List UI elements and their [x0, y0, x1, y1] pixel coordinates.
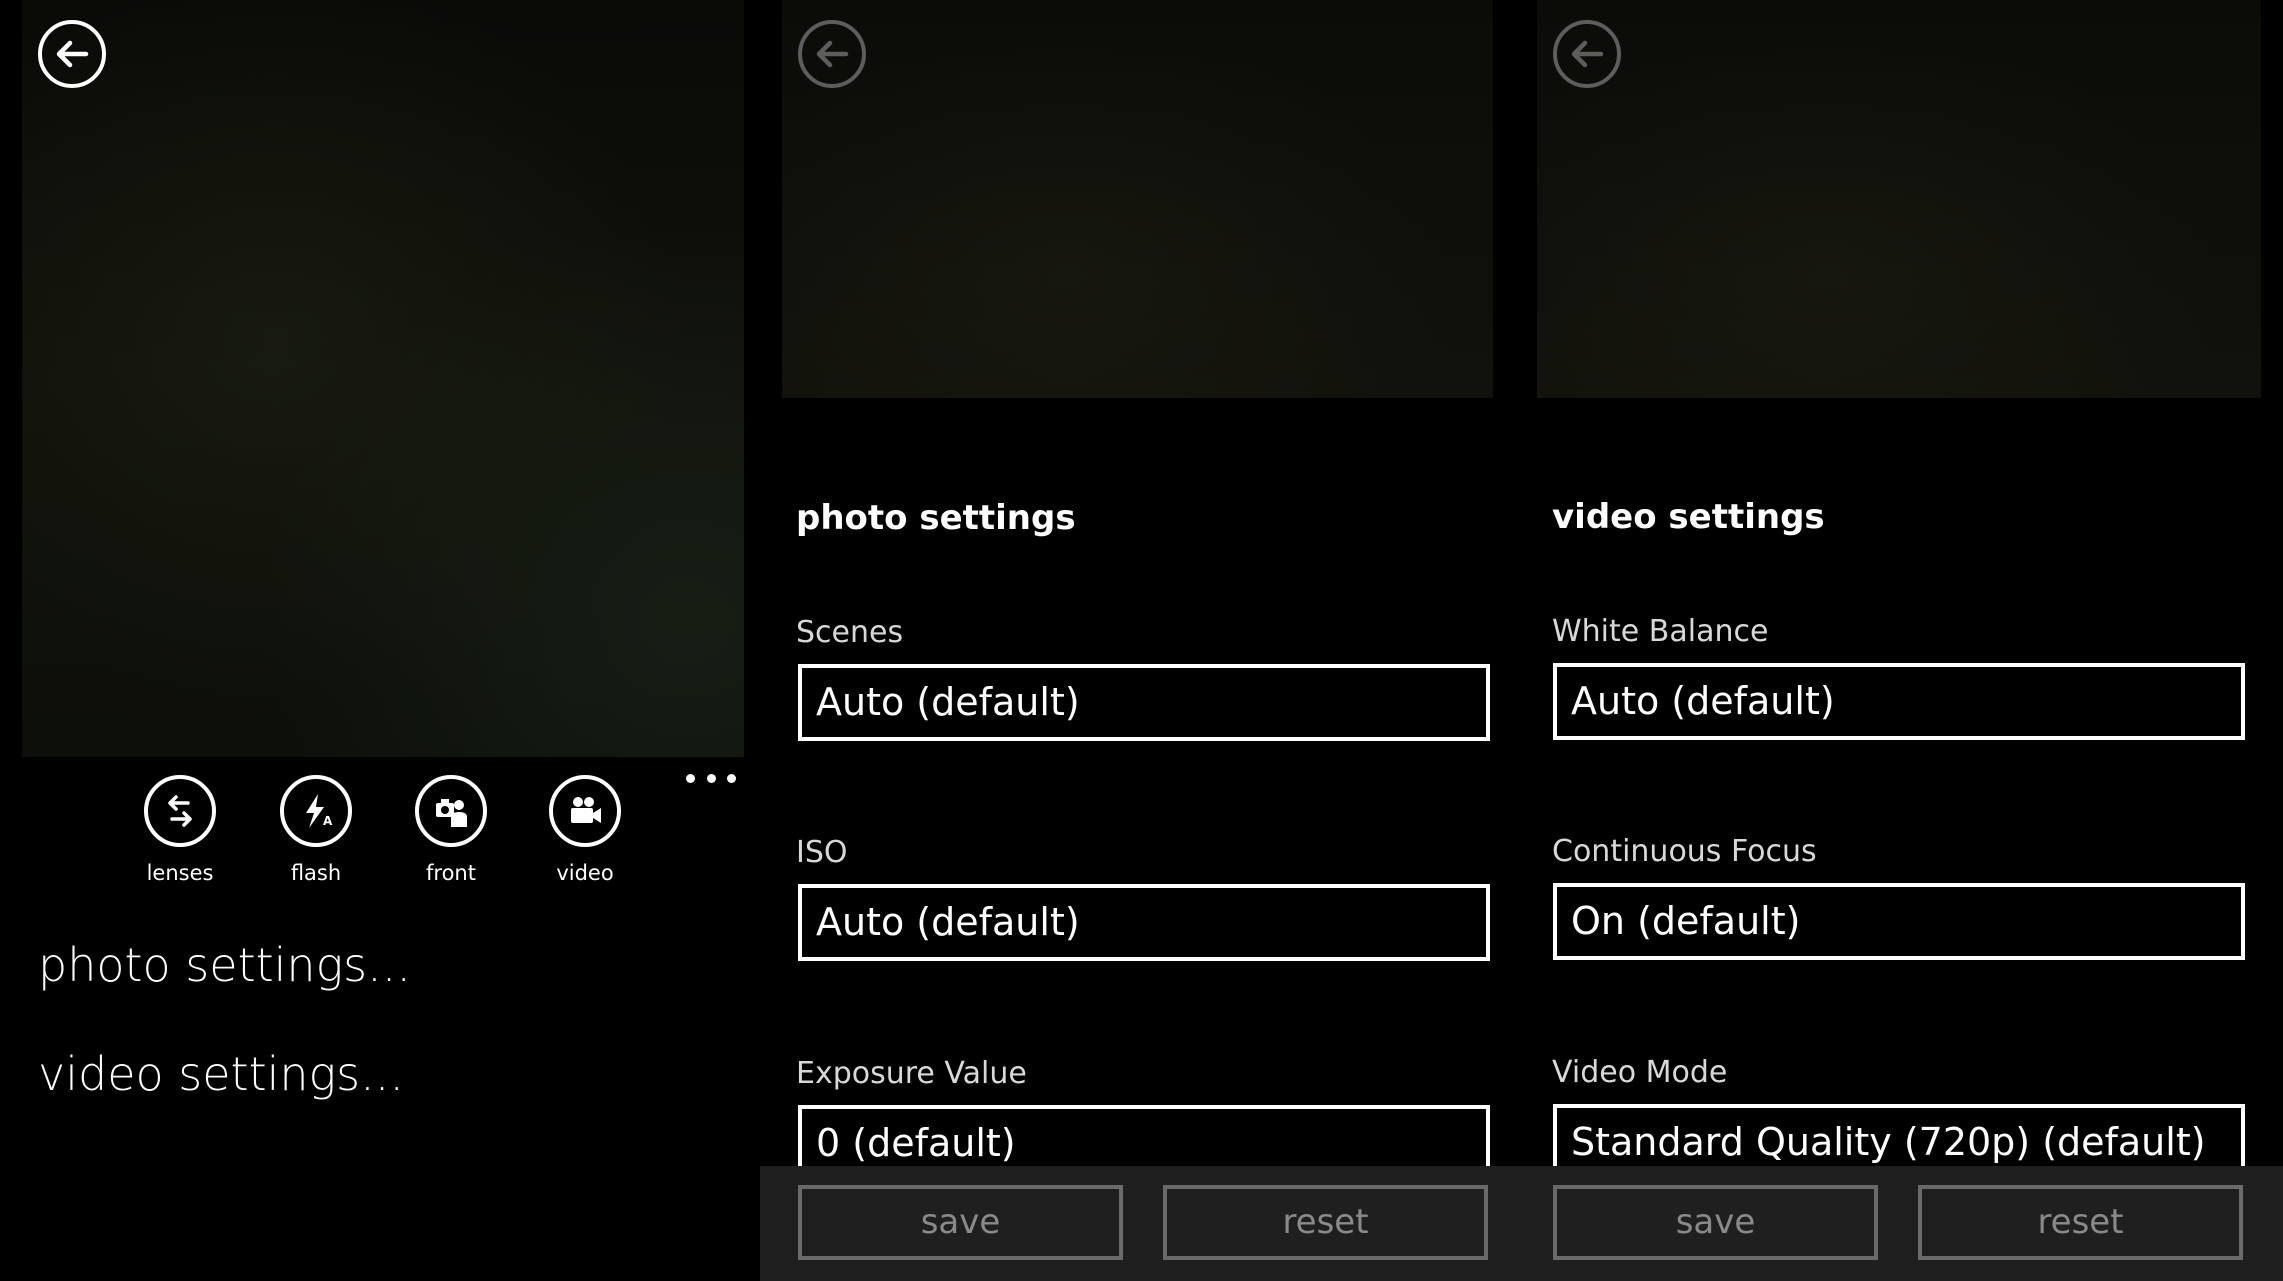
- video-settings-panel: video settings White Balance Auto (defau…: [1515, 0, 2283, 1281]
- back-button[interactable]: [798, 20, 866, 88]
- reset-button[interactable]: reset: [1918, 1185, 2243, 1260]
- page-title: photo settings: [796, 498, 1076, 538]
- flash-button[interactable]: A flash: [261, 775, 371, 885]
- camera-app-bar: lenses A flash front video: [0, 775, 760, 895]
- reset-button[interactable]: reset: [1163, 1185, 1488, 1260]
- white-balance-select[interactable]: Auto (default): [1553, 663, 2245, 740]
- camera-viewfinder-dimmed: [1537, 0, 2261, 398]
- settings-app-bar: save reset: [760, 1166, 1515, 1281]
- flash-auto-icon: A: [306, 794, 333, 828]
- back-button[interactable]: [38, 20, 106, 88]
- save-button[interactable]: save: [798, 1185, 1123, 1260]
- lenses-icon: [168, 795, 192, 827]
- lenses-button[interactable]: lenses: [125, 775, 235, 885]
- photo-settings-link[interactable]: photo settings...: [38, 938, 411, 992]
- settings-app-bar: save reset: [1515, 1166, 2283, 1281]
- page-title: video settings: [1552, 497, 1825, 537]
- camera-viewfinder-dimmed: [782, 0, 1493, 398]
- white-balance-label: White Balance: [1552, 614, 1769, 649]
- photo-settings-panel: photo settings Scenes Auto (default) ISO…: [760, 0, 1515, 1281]
- front-camera-button[interactable]: front: [396, 775, 506, 885]
- camera-viewfinder[interactable]: [22, 0, 744, 757]
- scenes-label: Scenes: [796, 615, 904, 650]
- iso-label: ISO: [796, 835, 848, 870]
- back-button[interactable]: [1553, 20, 1621, 88]
- camera-panel: lenses A flash front video photo setting…: [0, 0, 760, 1281]
- flash-label: flash: [290, 861, 342, 885]
- save-button[interactable]: save: [1553, 1185, 1878, 1260]
- more-options-icon[interactable]: [686, 768, 736, 788]
- scenes-select[interactable]: Auto (default): [798, 664, 1490, 741]
- front-label: front: [426, 861, 476, 885]
- video-label: video: [556, 861, 614, 885]
- back-arrow-icon: [1571, 40, 1604, 68]
- video-button[interactable]: video: [530, 775, 640, 885]
- video-camera-icon: [571, 797, 601, 823]
- back-arrow-icon: [56, 40, 89, 68]
- video-settings-link[interactable]: video settings...: [38, 1047, 404, 1101]
- lenses-label: lenses: [146, 861, 214, 885]
- front-camera-icon: [436, 799, 467, 827]
- exposure-value-label: Exposure Value: [796, 1056, 1027, 1091]
- svg-text:A: A: [323, 814, 333, 828]
- back-arrow-icon: [816, 40, 849, 68]
- video-mode-label: Video Mode: [1552, 1055, 1728, 1090]
- continuous-focus-select[interactable]: On (default): [1553, 883, 2245, 960]
- iso-select[interactable]: Auto (default): [798, 884, 1490, 961]
- continuous-focus-label: Continuous Focus: [1552, 834, 1817, 869]
